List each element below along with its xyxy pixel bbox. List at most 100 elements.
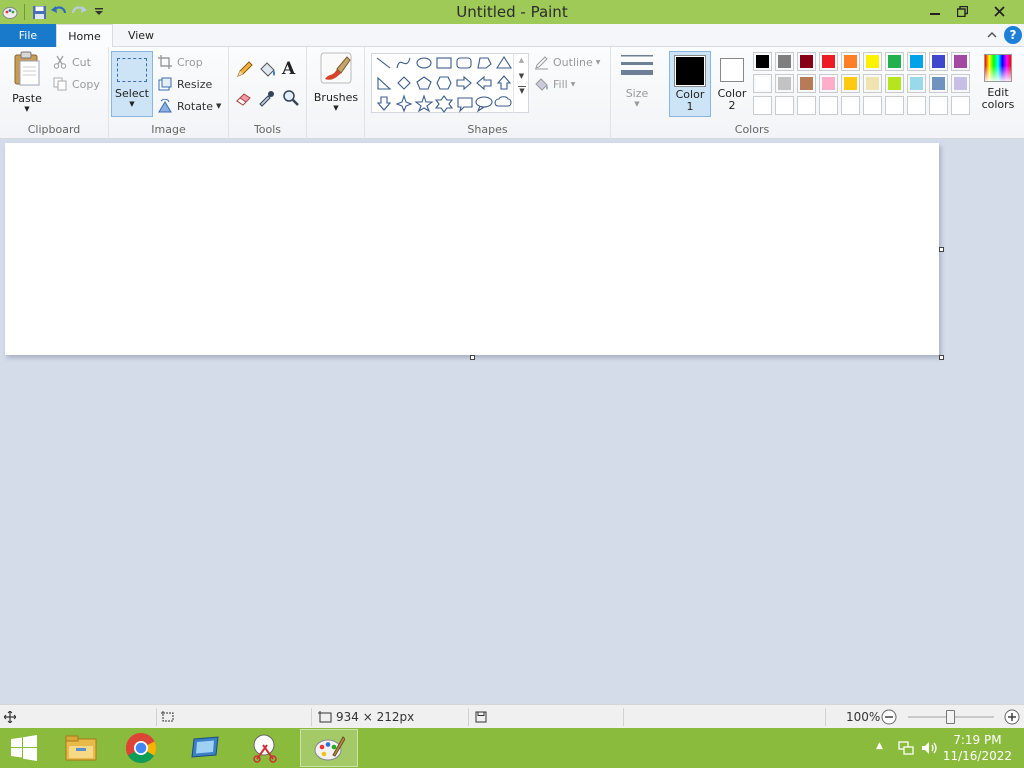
copy-button[interactable]: Copy: [52, 74, 100, 94]
rotate-label: Rotate: [177, 99, 214, 113]
palette-color-swatch[interactable]: [775, 52, 794, 71]
chevron-down-icon: ▼: [634, 100, 640, 108]
system-clock[interactable]: 7:19 PM 11/16/2022: [943, 732, 1012, 764]
restore-button[interactable]: [945, 0, 979, 22]
paste-button[interactable]: Paste ▼: [6, 51, 48, 113]
custom-color-slot[interactable]: [929, 96, 948, 115]
size-button[interactable]: Size ▼: [614, 51, 660, 117]
rotate-button[interactable]: Rotate ▼: [157, 96, 221, 116]
remote-desktop-button[interactable]: [176, 729, 234, 767]
color2-button[interactable]: Color 2: [712, 51, 752, 117]
file-explorer-button[interactable]: [52, 729, 110, 767]
select-button[interactable]: Select ▼: [111, 51, 153, 117]
close-button[interactable]: [982, 0, 1016, 22]
palette-color-swatch[interactable]: [797, 52, 816, 71]
paste-label: Paste: [12, 92, 42, 105]
zoom-in-button[interactable]: [1004, 705, 1020, 729]
palette-color-swatch[interactable]: [885, 52, 904, 71]
palette-color-swatch[interactable]: [841, 52, 860, 71]
resize-button[interactable]: Resize: [157, 74, 212, 94]
eraser-icon[interactable]: [235, 89, 255, 109]
outline-label: Outline: [553, 55, 593, 69]
palette-color-swatch[interactable]: [951, 52, 970, 71]
palette-color-swatch[interactable]: [951, 74, 970, 93]
palette-color-swatch[interactable]: [841, 74, 860, 93]
custom-color-slot[interactable]: [819, 96, 838, 115]
color1-button[interactable]: Color 1: [669, 51, 711, 117]
fill-bucket-icon[interactable]: [258, 61, 278, 81]
magnifier-icon[interactable]: [282, 89, 302, 109]
oval-shape-icon: [416, 57, 432, 69]
outline-button[interactable]: Outline ▼: [533, 52, 600, 72]
paint-icon: [314, 736, 345, 761]
palette-color-swatch[interactable]: [907, 74, 926, 93]
network-icon[interactable]: [898, 740, 914, 759]
curve-shape-icon: [396, 57, 411, 69]
brush-icon: [320, 52, 352, 84]
palette-color-swatch[interactable]: [797, 74, 816, 93]
zoom-slider[interactable]: [908, 705, 994, 729]
color-picker-icon[interactable]: [258, 89, 278, 109]
scroll-up-icon[interactable]: ▲: [514, 56, 529, 64]
palette-color-swatch[interactable]: [863, 74, 882, 93]
start-button[interactable]: [0, 729, 48, 767]
show-hidden-icons[interactable]: ▲: [876, 741, 883, 751]
tab-file[interactable]: File: [0, 24, 56, 47]
custom-color-slot[interactable]: [907, 96, 926, 115]
custom-color-slot[interactable]: [841, 96, 860, 115]
swatch-fill: [888, 55, 901, 68]
fill-button[interactable]: Fill ▼: [533, 74, 575, 94]
tab-home[interactable]: Home: [56, 24, 113, 48]
custom-color-slot[interactable]: [797, 96, 816, 115]
shapes-scroll[interactable]: ▲ ▼ ▼: [513, 53, 529, 113]
status-bar: 934 × 212px 100%: [0, 704, 1024, 728]
text-tool-icon[interactable]: A: [282, 59, 302, 81]
palette-color-swatch[interactable]: [907, 52, 926, 71]
palette-color-swatch[interactable]: [885, 74, 904, 93]
scroll-down-icon[interactable]: ▼: [514, 72, 529, 80]
expand-gallery-icon[interactable]: ▼: [518, 86, 526, 95]
brushes-button[interactable]: Brushes ▼: [311, 51, 361, 117]
volume-icon[interactable]: [921, 740, 939, 759]
resize-handle-bottom[interactable]: [470, 355, 475, 360]
palette-color-swatch[interactable]: [863, 52, 882, 71]
pencil-icon[interactable]: [235, 61, 255, 81]
snipping-tool-button[interactable]: [238, 729, 296, 767]
palette-color-swatch[interactable]: [775, 74, 794, 93]
resize-handle-corner[interactable]: [939, 355, 944, 360]
edit-colors-button[interactable]: Edit colors: [976, 51, 1020, 117]
clock-date: 11/16/2022: [942, 749, 1012, 763]
color2-number: 2: [728, 99, 736, 112]
swatch-fill: [932, 55, 945, 68]
palette-color-swatch[interactable]: [929, 52, 948, 71]
drawing-canvas[interactable]: [5, 143, 939, 355]
window-title: Untitled - Paint: [456, 3, 568, 21]
palette-color-swatch[interactable]: [753, 52, 772, 71]
cut-label: Cut: [72, 55, 91, 69]
custom-color-slot[interactable]: [775, 96, 794, 115]
custom-color-slot[interactable]: [885, 96, 904, 115]
monitor-icon: [191, 736, 219, 758]
chrome-button[interactable]: [112, 729, 170, 767]
scissors-icon: [52, 54, 68, 70]
custom-color-slot[interactable]: [863, 96, 882, 115]
palette-color-swatch[interactable]: [819, 74, 838, 93]
help-icon[interactable]: ?: [1004, 26, 1022, 44]
custom-color-slot[interactable]: [951, 96, 970, 115]
clipboard-group: Paste ▼ Cut Copy Clipboard: [0, 47, 109, 139]
tab-view[interactable]: View: [113, 24, 169, 47]
clipboard-group-label: Clipboard: [27, 123, 81, 136]
zoom-out-button[interactable]: [881, 705, 897, 729]
palette-color-swatch[interactable]: [753, 74, 772, 93]
collapse-ribbon-icon[interactable]: [984, 27, 1000, 43]
zoom-slider-thumb[interactable]: [946, 710, 955, 724]
palette-color-swatch[interactable]: [929, 74, 948, 93]
custom-color-slot[interactable]: [753, 96, 772, 115]
rounded-rectangle-shape-icon: [456, 57, 472, 69]
cut-button[interactable]: Cut: [52, 52, 91, 72]
swatch-fill: [778, 77, 791, 90]
palette-color-swatch[interactable]: [819, 52, 838, 71]
paint-taskbar-button[interactable]: [300, 729, 358, 767]
resize-handle-right[interactable]: [939, 247, 944, 252]
crop-button[interactable]: Crop: [157, 52, 203, 72]
